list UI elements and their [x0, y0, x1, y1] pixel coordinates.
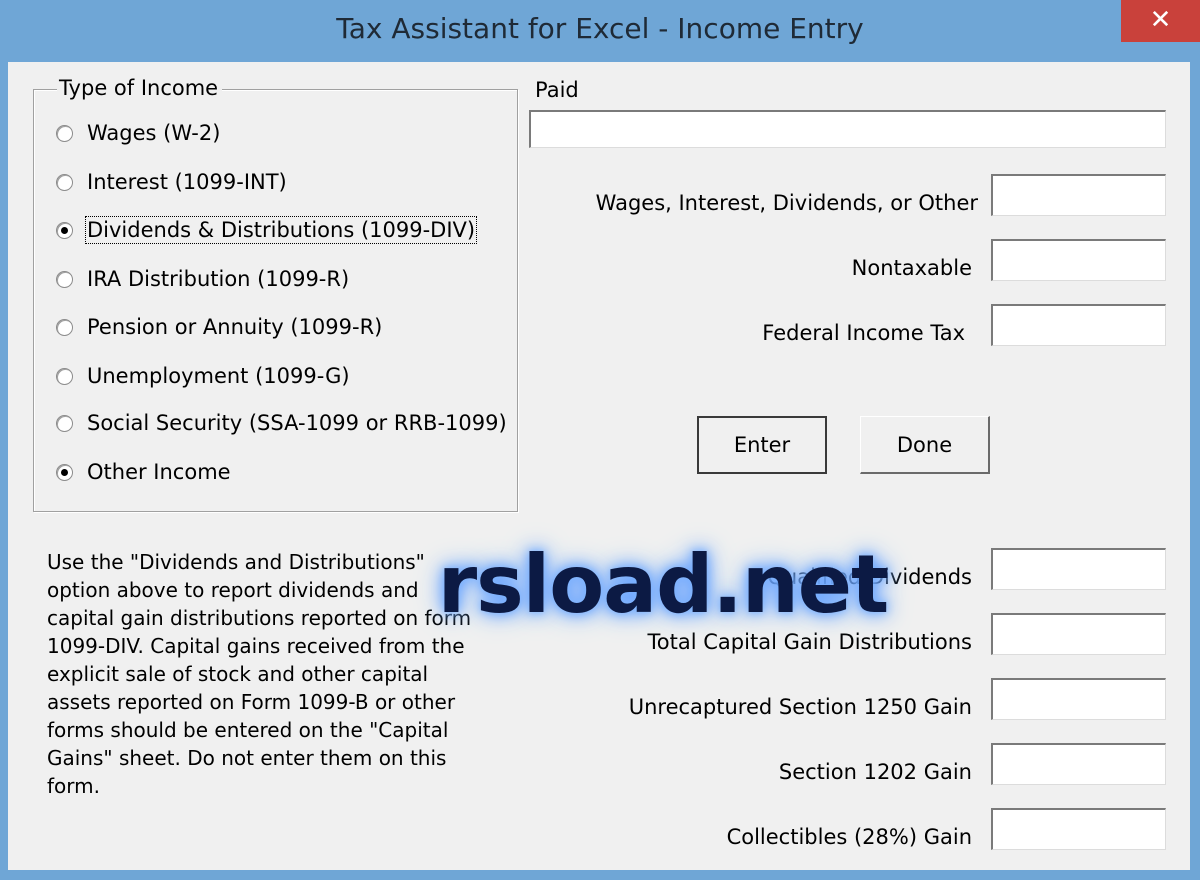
collectibles-label: Collectibles (28%) Gain — [726, 825, 972, 849]
radio-button[interactable] — [56, 463, 73, 481]
qualified-dividends-input[interactable] — [991, 548, 1166, 590]
federal-tax-label: Federal Income Tax — [762, 321, 965, 345]
radio-button[interactable] — [56, 367, 73, 385]
title-bar: Tax Assistant for Excel - Income Entry ✕ — [0, 0, 1200, 62]
radio-label: Other Income — [87, 460, 231, 484]
radio-dividends[interactable]: Dividends & Distributions (1099-DIV) — [56, 213, 478, 247]
dialog-body: Type of Income Wages (W-2) Interest (109… — [8, 62, 1190, 870]
radio-button[interactable] — [56, 124, 73, 142]
radio-label: Dividends & Distributions (1099-DIV) — [84, 216, 478, 244]
watermark-text: rsload.net — [437, 538, 890, 631]
radio-button[interactable] — [56, 173, 73, 191]
radio-button[interactable] — [56, 221, 73, 239]
radio-wages[interactable]: Wages (W-2) — [56, 116, 220, 150]
window-title: Tax Assistant for Excel - Income Entry — [336, 12, 864, 45]
radio-label: Wages (W-2) — [87, 121, 221, 145]
radio-unemployment[interactable]: Unemployment (1099-G) — [56, 359, 350, 393]
paid-label: Paid — [535, 78, 579, 102]
radio-label: IRA Distribution (1099-R) — [87, 267, 350, 291]
radio-label: Pension or Annuity (1099-R) — [87, 315, 383, 339]
radio-interest[interactable]: Interest (1099-INT) — [56, 165, 287, 199]
radio-label: Unemployment (1099-G) — [87, 364, 350, 388]
federal-tax-input[interactable] — [991, 304, 1166, 346]
nontaxable-label: Nontaxable — [851, 256, 972, 280]
radio-other-income[interactable]: Other Income — [56, 455, 231, 489]
radio-pension[interactable]: Pension or Annuity (1099-R) — [56, 310, 382, 344]
collectibles-input[interactable] — [991, 808, 1166, 850]
paid-input[interactable] — [529, 110, 1166, 148]
done-button[interactable]: Done — [860, 416, 990, 474]
radio-button[interactable] — [56, 318, 73, 336]
close-button[interactable]: ✕ — [1121, 0, 1200, 42]
section-1202-input[interactable] — [991, 743, 1166, 785]
unrecaptured-1250-input[interactable] — [991, 678, 1166, 720]
enter-button[interactable]: Enter — [697, 416, 827, 474]
help-text: Use the "Dividends and Distributions" op… — [47, 550, 472, 798]
radio-ira-distribution[interactable]: IRA Distribution (1099-R) — [56, 262, 349, 296]
income-type-legend: Type of Income — [57, 76, 223, 100]
radio-button[interactable] — [56, 414, 73, 432]
total-capital-gain-input[interactable] — [991, 613, 1166, 655]
radio-label: Interest (1099-INT) — [87, 170, 287, 194]
unrecaptured-1250-label: Unrecaptured Section 1250 Gain — [628, 695, 972, 719]
watermark: rsload.net — [428, 497, 898, 672]
wages-input[interactable] — [991, 174, 1166, 216]
wages-label: Wages, Interest, Dividends, or Other — [595, 191, 978, 215]
radio-social-security[interactable]: Social Security (SSA-1099 or RRB-1099) — [56, 406, 507, 440]
section-1202-label: Section 1202 Gain — [778, 760, 972, 784]
close-icon: ✕ — [1149, 5, 1172, 35]
nontaxable-input[interactable] — [991, 239, 1166, 281]
radio-label: Social Security (SSA-1099 or RRB-1099) — [87, 411, 507, 435]
income-type-group — [33, 89, 518, 512]
radio-button[interactable] — [56, 270, 73, 288]
